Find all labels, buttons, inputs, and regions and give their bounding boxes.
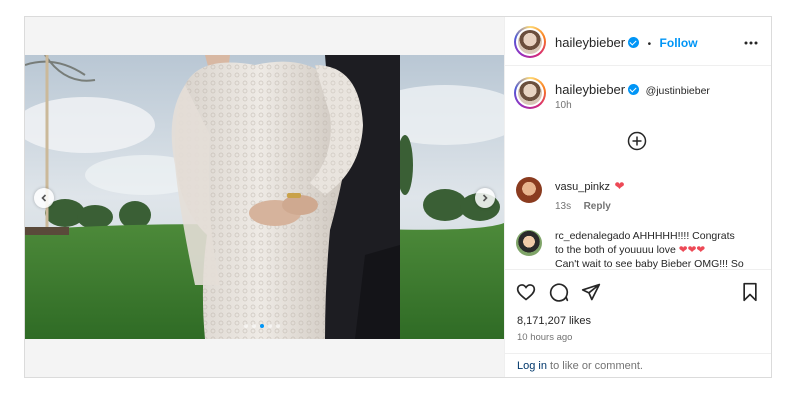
caption-time: 10h: [555, 100, 572, 111]
carousel-next-button[interactable]: [475, 188, 495, 208]
verified-badge-icon: [628, 84, 640, 95]
caption-username[interactable]: haileybieber: [555, 82, 625, 97]
save-button[interactable]: [741, 282, 759, 307]
author-avatar[interactable]: [514, 26, 546, 58]
chevron-right-icon: [482, 194, 488, 202]
post-actions: 8,171,207 likes 10 hours ago: [505, 269, 771, 363]
comment-text-line: to the both of youuuu love: [555, 244, 676, 256]
comment-text: ❤: [614, 179, 625, 193]
commenter-avatar[interactable]: [516, 230, 542, 256]
comments-section: haileybieber @justinbieber 10h vasu_pink…: [505, 67, 771, 269]
carousel-dots: [244, 324, 280, 328]
carousel-dot: [276, 324, 280, 328]
reply-button[interactable]: Reply: [584, 201, 611, 212]
comment-time: 13s: [555, 201, 572, 212]
carousel-dot-active: [260, 324, 264, 328]
share-button[interactable]: [581, 282, 601, 307]
caption-line: haileybieber @justinbieber: [555, 81, 710, 99]
likes-count[interactable]: 8,171,207 likes: [517, 315, 591, 327]
caption-avatar[interactable]: [514, 77, 546, 109]
instagram-post: haileybieber • Follow haileybieber @just…: [24, 16, 772, 378]
follow-button[interactable]: Follow: [660, 36, 698, 50]
login-link[interactable]: Log in: [517, 360, 547, 372]
comment-emojis: ❤❤❤: [678, 244, 706, 256]
comment-username[interactable]: rc_edenalegado: [555, 230, 630, 242]
post-timestamp: 10 hours ago: [517, 332, 573, 343]
load-more-comments-button[interactable]: [627, 131, 647, 156]
carousel-dot: [244, 324, 248, 328]
bookmark-icon: [743, 282, 757, 302]
avatar-image: [518, 81, 542, 105]
comment-2: rc_edenalegado AHHHHH!!!! Congrats to th…: [555, 229, 765, 269]
author-line: haileybieber • Follow: [555, 34, 698, 52]
carousel-dot: [268, 324, 272, 328]
separator-dot: •: [647, 39, 652, 50]
post-header: haileybieber • Follow: [505, 17, 771, 66]
comment-button[interactable]: [549, 282, 569, 307]
post-photo[interactable]: [25, 55, 504, 339]
comment-text-line: Can't wait to see baby Bieber OMG!!! So: [555, 258, 744, 269]
share-icon: [581, 283, 601, 301]
like-button[interactable]: [516, 282, 536, 307]
login-prompt-text: to like or comment.: [546, 360, 643, 372]
commenter-avatar[interactable]: [516, 177, 542, 203]
plus-circle-icon: [627, 131, 647, 151]
comment-text-line: AHHHHH!!!! Congrats: [632, 230, 735, 242]
post-side-panel: haileybieber • Follow haileybieber @just…: [504, 17, 771, 377]
comment-icon: [549, 283, 569, 302]
login-prompt: Log in to like or comment.: [505, 353, 771, 377]
post-media: [25, 17, 504, 377]
chevron-left-icon: [41, 194, 47, 202]
heart-icon: [516, 284, 536, 301]
caption-mention[interactable]: @justinbieber: [646, 85, 710, 97]
carousel-dot: [252, 324, 256, 328]
comment-1: vasu_pinkz ❤: [555, 177, 625, 195]
verified-badge-icon: [628, 37, 640, 48]
carousel-prev-button[interactable]: [34, 188, 54, 208]
avatar-image: [518, 30, 542, 54]
more-options-icon[interactable]: [744, 32, 758, 50]
comment-1-meta: 13s Reply: [555, 196, 611, 214]
comment-username[interactable]: vasu_pinkz: [555, 181, 610, 193]
author-username[interactable]: haileybieber: [555, 35, 625, 50]
